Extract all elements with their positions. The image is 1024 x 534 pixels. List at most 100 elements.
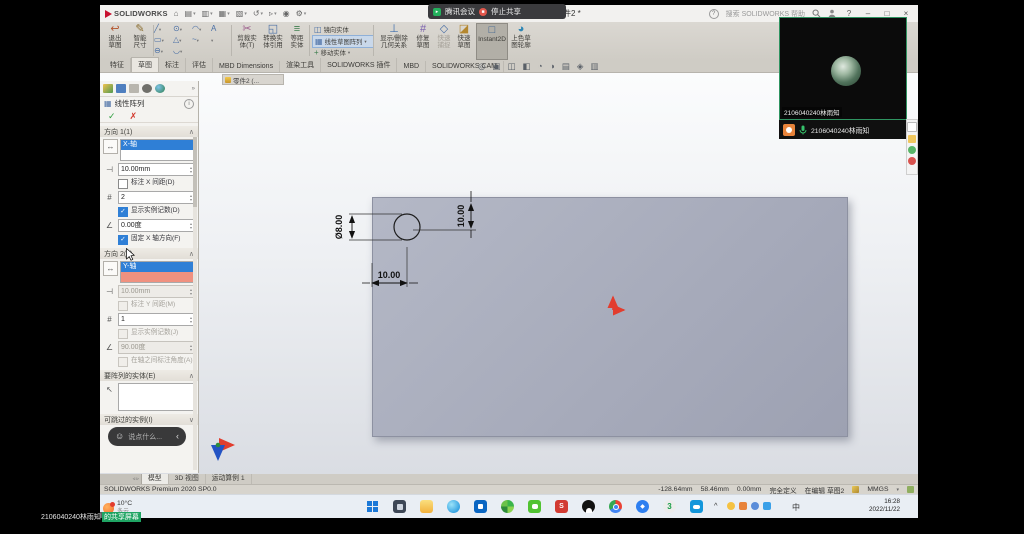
tab-sketch[interactable]: 草图	[131, 57, 159, 72]
mirror-entities-button[interactable]: ◫ 镜向实体	[312, 24, 372, 35]
crosshair-tab-icon[interactable]	[142, 84, 152, 93]
taskpane-red-icon[interactable]	[908, 157, 916, 165]
ellipse-tool-icon[interactable]: ⊖▾	[154, 46, 173, 57]
units-caret-icon[interactable]: ▾	[896, 487, 899, 493]
meeting-share-pill[interactable]: ▸ 腾讯会议 ■ 停止共享	[428, 4, 566, 19]
tab-3d-views[interactable]: 3D 视图	[169, 474, 206, 484]
arc-tool-icon[interactable]: ◠▾	[192, 24, 211, 35]
chat-input[interactable]: 说点什么...	[128, 432, 172, 442]
entities-to-pattern-header[interactable]: 要阵列的实体(E)∧	[100, 370, 198, 381]
hide-show-items-icon[interactable]: ◑	[550, 61, 555, 72]
text-tool-icon[interactable]: A	[211, 24, 230, 35]
dimxpert-tab-icon[interactable]	[155, 84, 165, 93]
shaded-sketch-contours-button[interactable]: ◕ 上色草图轮廓	[508, 23, 534, 58]
tab-scroll-buttons[interactable]: ◃ ▹	[100, 474, 142, 484]
collapse-chat-icon[interactable]: ‹	[176, 432, 179, 441]
feature-help-icon[interactable]: i	[184, 99, 194, 109]
direction2-header[interactable]: 方向 2(2)∧	[100, 248, 198, 259]
apply-scene-icon[interactable]: ◈	[577, 61, 584, 72]
reverse-direction2-button[interactable]: ↔	[103, 261, 118, 276]
tray-chevron-icon[interactable]: ^	[714, 501, 718, 510]
dimension-vertical[interactable]: 10.00	[456, 199, 466, 233]
repair-sketch-button[interactable]: # 修复草图	[412, 23, 434, 58]
quick-sketch-button[interactable]: ◪ 快速草图	[454, 23, 474, 58]
exit-sketch-button[interactable]: ↩ 退出草图	[102, 23, 128, 58]
section-view-icon[interactable]: ◫	[507, 61, 515, 72]
start-button[interactable]	[365, 499, 380, 514]
trim-entities-button[interactable]: ✂ 剪裁实体(T)	[234, 23, 260, 58]
configuration-tab-icon[interactable]	[116, 84, 126, 93]
meeting-chat-pill[interactable]: ☺ 说点什么... ‹	[108, 427, 186, 446]
dimension-horizontal[interactable]: 10.00	[372, 270, 406, 280]
select-icon[interactable]: ▹▾	[269, 9, 277, 18]
solidworks-taskbar-icon[interactable]: S	[554, 499, 569, 514]
tab-mbd-dimensions[interactable]: MBD Dimensions	[213, 61, 280, 72]
smart-dimension-button[interactable]: ✎ 智能尺寸	[128, 23, 152, 58]
display-delete-relations-button[interactable]: ⊥ 显示/删除几何关系	[376, 23, 412, 58]
direction1-axis-box[interactable]: X-轴	[120, 139, 195, 161]
entities-selection-list[interactable]	[118, 383, 195, 411]
fix-x-axis-checkbox[interactable]: ✓固定 X 轴方向(F)	[118, 235, 195, 245]
edge-browser-icon[interactable]	[446, 499, 461, 514]
polygon-tool-icon[interactable]: △▾	[173, 35, 192, 46]
direction1-spacing-field[interactable]: 10.00mm ▴▾	[118, 163, 195, 176]
line-tool-icon[interactable]: ╱▾	[154, 24, 173, 35]
spline-tool-icon[interactable]: ~▾	[192, 35, 211, 46]
clock[interactable]: 16:28 2022/11/22	[869, 498, 900, 514]
document-tab[interactable]: 零件2 (...	[222, 74, 284, 85]
instances-to-skip-header[interactable]: 可跳过的实例(I)∨	[100, 414, 198, 425]
pinwheel-app-icon[interactable]	[500, 499, 515, 514]
view-settings-icon[interactable]: ▥	[590, 61, 598, 72]
zoom-area-icon[interactable]: ▣	[492, 61, 500, 72]
view-orientation-icon[interactable]: ◧	[522, 61, 530, 72]
direction2-count-field[interactable]: 1 ▴▾	[118, 313, 195, 326]
new-document-icon[interactable]: ▤▾	[185, 9, 196, 18]
print-icon[interactable]: ▧▾	[236, 9, 247, 18]
task-pane-strip[interactable]	[906, 119, 918, 175]
tag-icon[interactable]	[907, 486, 914, 493]
tray-app1-icon[interactable]	[727, 502, 735, 510]
circle-tool-icon[interactable]: ⊙▾	[173, 24, 192, 35]
rectangle-tool-icon[interactable]: ▭▾	[154, 35, 173, 46]
instant2d-button[interactable]: □ Instant2D	[476, 23, 508, 60]
tray-app3-icon[interactable]	[751, 502, 759, 510]
fillet-tool-icon[interactable]: ◡▾	[173, 46, 192, 57]
emoji-icon[interactable]: ☺	[115, 432, 124, 441]
open-icon[interactable]: ▥▾	[202, 9, 213, 18]
point-tool-icon[interactable]: ▾	[211, 35, 230, 46]
blue-app-icon[interactable]: ◆	[635, 499, 650, 514]
cloud-app-icon[interactable]	[689, 499, 704, 514]
sketch-circle[interactable]	[394, 214, 420, 240]
app-3-icon[interactable]: 3	[662, 499, 677, 514]
ime-indicator[interactable]: 中	[792, 502, 800, 513]
convert-entities-button[interactable]: ◱ 转换实体引用	[260, 23, 286, 58]
move-entities-button[interactable]: + 移动实体 ▾	[312, 47, 372, 58]
tab-motion-study[interactable]: 运动算例 1	[206, 474, 252, 484]
home-icon[interactable]: ⌂	[174, 9, 179, 18]
display-style-icon[interactable]: ◔	[538, 61, 543, 72]
microsoft-store-icon[interactable]	[473, 499, 488, 514]
options-icon[interactable]: ⚙▾	[296, 9, 307, 18]
direction1-angle-field[interactable]: 0.00度 ▴▾	[118, 219, 195, 232]
panel-tabs-overflow-icon[interactable]: »	[192, 86, 195, 92]
chrome-icon[interactable]	[608, 499, 623, 514]
tray-app4-icon[interactable]	[763, 502, 771, 510]
direction1-header[interactable]: 方向 1(1)∧	[100, 126, 198, 137]
tab-evaluate[interactable]: 评估	[186, 58, 213, 72]
tab-addins[interactable]: SOLIDWORKS 插件	[321, 58, 397, 72]
show-instance-count1-checkbox[interactable]: ✓显示实例记数(D)	[118, 207, 195, 217]
rebuild-icon[interactable]: ◉	[283, 9, 290, 18]
dimension-diameter[interactable]: Ø8.00	[334, 210, 344, 244]
edit-appearance-icon[interactable]: ▤	[562, 61, 570, 72]
task-view-button[interactable]	[392, 499, 407, 514]
save-icon[interactable]: ▦▾	[219, 9, 230, 18]
reverse-direction1-button[interactable]: ↔	[103, 139, 118, 154]
tab-model[interactable]: 模型	[142, 474, 169, 484]
dim-x-spacing-checkbox[interactable]: 标注 X 间距(D)	[118, 179, 195, 189]
participant-row[interactable]: 2106040240林雨知	[779, 120, 907, 139]
meeting-video-tile[interactable]: 2106040240林雨知	[779, 17, 907, 120]
propertymanager-tab-icon[interactable]	[103, 84, 113, 93]
file-explorer-icon[interactable]	[419, 499, 434, 514]
undo-icon[interactable]: ↺▾	[253, 9, 263, 18]
taskpane-green-icon[interactable]	[908, 146, 916, 154]
